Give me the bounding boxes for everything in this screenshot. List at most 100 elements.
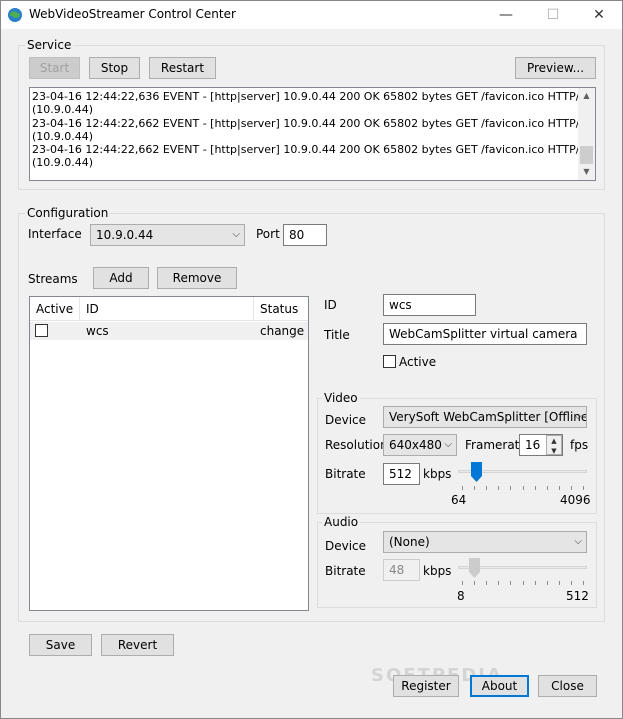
app-globe-icon: [8, 8, 22, 22]
log-line: 23-04-16 12:44:22,636 EVENT - [http|serv…: [32, 90, 596, 103]
video-slider-max: 4096: [560, 493, 591, 507]
column-status[interactable]: Status: [254, 297, 308, 321]
resolution-dropdown[interactable]: 640x480 ⌵: [383, 434, 457, 456]
slider-tick: [547, 581, 548, 585]
streams-list[interactable]: Active ID Status wcs change: [29, 296, 309, 611]
log-line: (10.9.0.44): [32, 156, 94, 170]
preview-button[interactable]: Preview...: [515, 57, 596, 79]
scroll-up-icon[interactable]: ▲: [578, 88, 595, 104]
audio-kbps-label: kbps: [423, 564, 452, 578]
slider-tick: [486, 581, 487, 585]
streams-label: Streams: [28, 272, 78, 286]
log-line: (10.9.0.44): [32, 129, 94, 143]
video-group-label: Video: [322, 391, 360, 405]
slider-tick: [510, 581, 511, 585]
restart-button[interactable]: Restart: [149, 57, 216, 79]
audio-device-label: Device: [325, 539, 367, 553]
streams-list-header: Active ID Status: [30, 297, 308, 321]
id-input[interactable]: wcs: [383, 294, 476, 316]
chevron-down-icon: ⌵: [232, 229, 240, 240]
video-slider-ticks: [462, 486, 584, 490]
add-stream-button[interactable]: Add: [93, 267, 149, 289]
video-device-label: Device: [325, 413, 367, 427]
table-row[interactable]: wcs change: [30, 322, 308, 340]
audio-device-dropdown[interactable]: (None) ⌵: [383, 531, 587, 553]
slider-tick: [498, 486, 499, 490]
slider-tick: [535, 486, 536, 490]
revert-button[interactable]: Revert: [101, 634, 174, 656]
log-scrollbar[interactable]: ▲ ▼: [578, 88, 595, 180]
scroll-down-icon[interactable]: ▼: [578, 164, 595, 180]
slider-tick: [559, 581, 560, 585]
framerate-stepper[interactable]: ▲ ▼: [546, 435, 562, 455]
slider-tick: [535, 581, 536, 585]
interface-value: 10.9.0.44: [96, 228, 154, 242]
port-input[interactable]: 80: [283, 224, 327, 246]
log-line: (10.9.0.44): [32, 103, 94, 117]
stop-button[interactable]: Stop: [89, 57, 140, 79]
column-id[interactable]: ID: [80, 297, 254, 321]
slider-tick: [523, 581, 524, 585]
title-label: Title: [324, 328, 350, 342]
audio-bitrate-label: Bitrate: [325, 564, 366, 578]
video-device-dropdown[interactable]: VerySoft WebCamSplitter [Offline] ⌵: [383, 406, 587, 428]
maximize-button[interactable]: ☐: [530, 1, 576, 29]
slider-tick: [571, 581, 572, 585]
audio-slider-min: 8: [457, 589, 465, 603]
log-line: 23-04-16 12:44:22,662 EVENT - [http|serv…: [32, 143, 596, 157]
video-bitrate-slider-thumb[interactable]: [471, 462, 483, 482]
slider-tick: [559, 486, 560, 490]
audio-group-label: Audio: [322, 515, 361, 529]
video-bitrate-input[interactable]: 512: [383, 463, 420, 485]
slider-tick: [583, 486, 584, 490]
remove-stream-button[interactable]: Remove: [157, 267, 237, 289]
active-label: Active: [399, 355, 437, 369]
resolution-label: Resolution: [325, 438, 388, 452]
audio-bitrate-slider-thumb[interactable]: [468, 558, 480, 578]
interface-dropdown[interactable]: 10.9.0.44 ⌵: [90, 224, 245, 246]
slider-tick: [474, 486, 475, 490]
close-window-button[interactable]: ✕: [576, 1, 622, 29]
slider-tick: [547, 486, 548, 490]
video-bitrate-label: Bitrate: [325, 467, 366, 481]
service-log[interactable]: 23-04-16 12:44:22,636 EVENT - [http|serv…: [29, 87, 596, 181]
audio-bitrate-input[interactable]: 48: [383, 559, 420, 581]
register-button[interactable]: Register: [393, 675, 459, 697]
scroll-thumb[interactable]: [580, 146, 593, 164]
window-title: WebVideoStreamer Control Center: [29, 7, 236, 21]
slider-tick: [462, 581, 463, 585]
video-device-value: VerySoft WebCamSplitter [Offline]: [389, 410, 587, 424]
start-button[interactable]: Start: [29, 57, 80, 79]
id-label: ID: [324, 298, 337, 312]
slider-tick: [583, 581, 584, 585]
close-button[interactable]: Close: [538, 675, 597, 697]
fps-label: fps: [570, 438, 589, 452]
title-input[interactable]: WebCamSplitter virtual camera: [383, 323, 587, 345]
log-lines: 23-04-16 12:44:22,636 EVENT - [http|serv…: [32, 90, 596, 170]
row-id: wcs: [86, 324, 109, 338]
chevron-down-icon: ⌵: [574, 411, 582, 422]
slider-tick: [486, 486, 487, 490]
configuration-group-label: Configuration: [25, 206, 111, 220]
chevron-down-icon: ⌵: [444, 439, 452, 450]
chevron-down-icon: ⌵: [574, 536, 582, 547]
slider-tick: [571, 486, 572, 490]
row-status: change: [260, 324, 305, 338]
resolution-value: 640x480: [389, 438, 442, 452]
main-window: WebVideoStreamer Control Center — ☐ ✕ Se…: [0, 0, 623, 719]
audio-slider-ticks: [462, 581, 584, 585]
column-active[interactable]: Active: [30, 297, 80, 321]
active-checkbox[interactable]: [383, 355, 396, 368]
save-button[interactable]: Save: [29, 634, 92, 656]
slider-tick: [523, 486, 524, 490]
about-button[interactable]: About: [470, 675, 529, 697]
stepper-down-icon[interactable]: ▼: [547, 446, 561, 456]
audio-slider-max: 512: [566, 589, 589, 603]
row-active-checkbox[interactable]: [35, 324, 48, 337]
stepper-up-icon[interactable]: ▲: [547, 436, 561, 446]
audio-device-value: (None): [389, 535, 430, 549]
minimize-button[interactable]: —: [483, 1, 529, 29]
service-group-label: Service: [25, 38, 74, 52]
slider-tick: [474, 581, 475, 585]
interface-label: Interface: [28, 227, 82, 241]
